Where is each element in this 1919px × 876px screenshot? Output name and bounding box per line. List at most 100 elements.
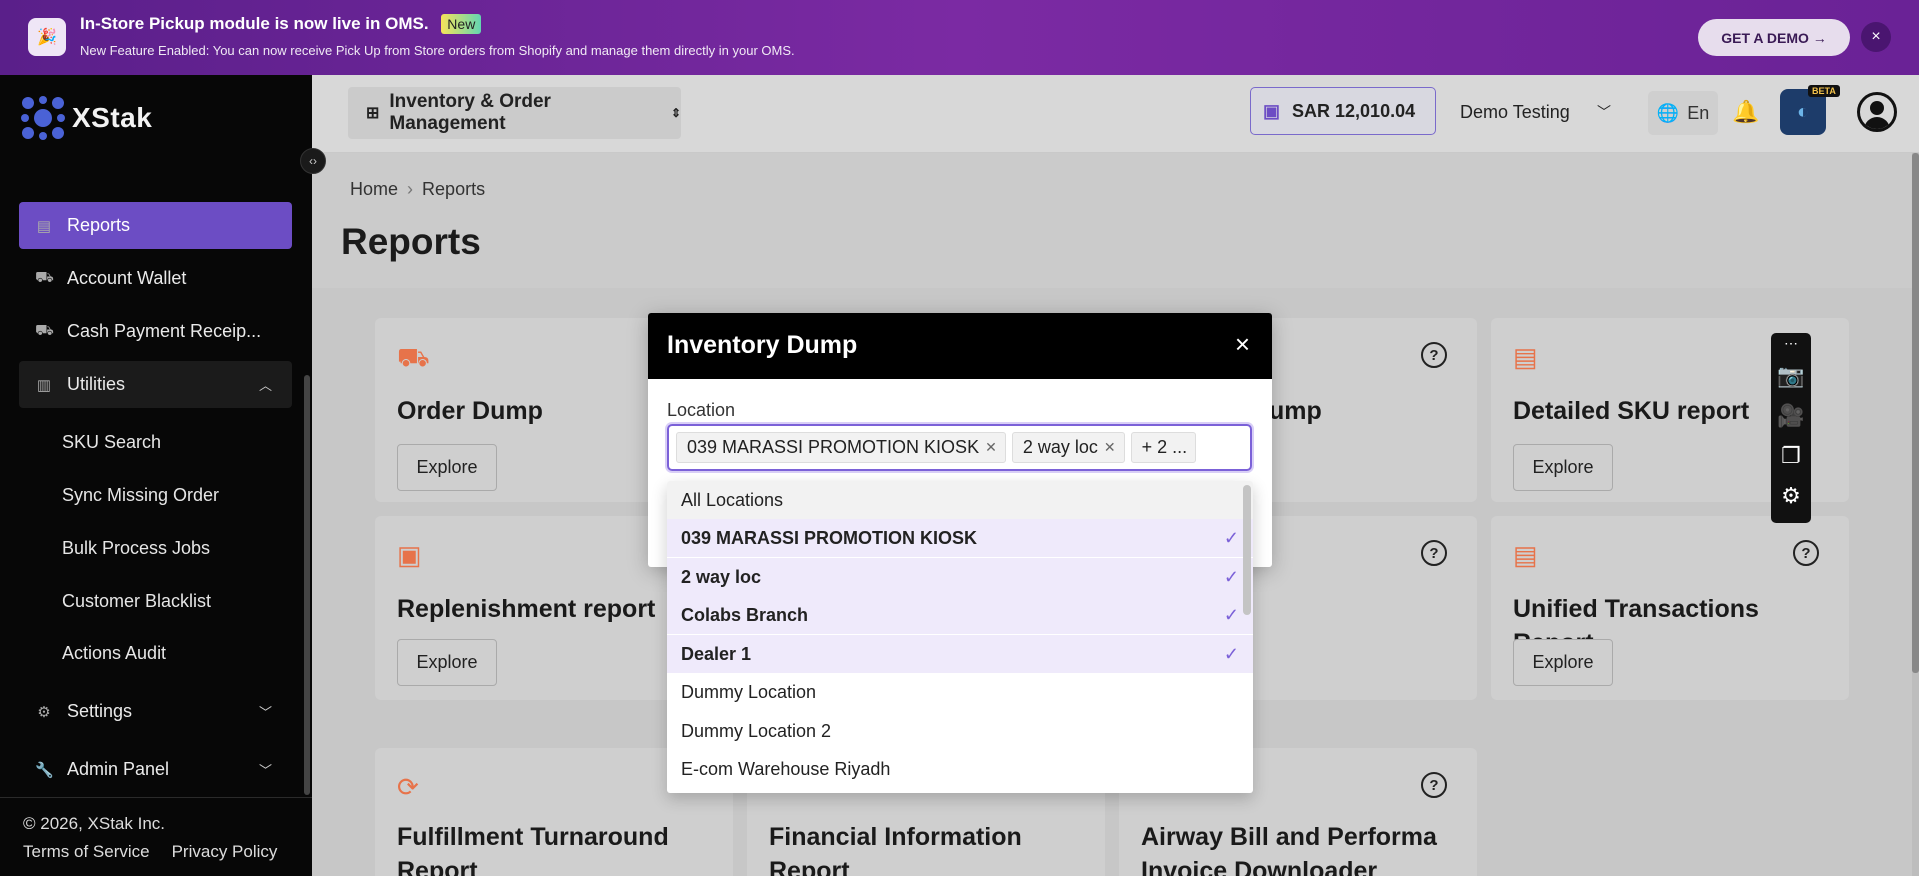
breadcrumb-current: Reports xyxy=(422,179,486,199)
close-icon[interactable]: × xyxy=(1235,331,1250,357)
content-scrollbar-thumb[interactable] xyxy=(1912,153,1919,673)
check-icon: ✓ xyxy=(1223,643,1239,664)
location-chip[interactable]: 2 way loc ✕ xyxy=(1011,432,1125,463)
new-badge: New xyxy=(441,14,482,34)
chevron-down-icon: ﹀ xyxy=(258,705,272,720)
option-label: All Locations xyxy=(681,489,784,510)
dropdown-option[interactable]: E-com Warehouse Riyadh xyxy=(667,750,1253,788)
windows-icon[interactable]: ❐ xyxy=(1771,443,1811,469)
modal-title: Inventory Dump xyxy=(667,331,858,359)
location-label: Location xyxy=(667,400,736,420)
dropdown-option[interactable]: 2 way loc ✓ xyxy=(667,558,1253,596)
location-dropdown: All Locations 039 MARASSI PROMOTION KIOS… xyxy=(667,481,1253,793)
remove-chip-icon[interactable]: ✕ xyxy=(1104,439,1116,456)
chevron-up-icon: ︿ xyxy=(258,378,272,393)
brand-logo[interactable]: XStak xyxy=(20,95,152,141)
explore-button[interactable]: Explore xyxy=(1513,639,1613,686)
option-label: 2 way loc xyxy=(681,566,762,587)
wallet-amount: SAR 12,010.04 xyxy=(1292,100,1416,121)
help-icon[interactable]: ? xyxy=(1793,540,1819,566)
globe-icon: 🌐 xyxy=(1656,102,1680,123)
card-title: Airway Bill and Performa Invoice Downloa… xyxy=(1141,823,1437,876)
dropdown-option[interactable]: 039 MARASSI PROMOTION KIOSK ✓ xyxy=(667,519,1253,557)
app-switcher[interactable]: ⊞ Inventory & Order Management ⇕ xyxy=(348,87,681,139)
check-icon: ✓ xyxy=(1223,527,1239,548)
chevron-down-icon: ﹀ xyxy=(258,763,272,778)
sidebar-subitem-actions-audit[interactable]: Actions Audit xyxy=(62,643,166,664)
location-chip[interactable]: 039 MARASSI PROMOTION KIOSK ✕ xyxy=(676,432,1006,463)
more-icon[interactable]: ⋯ xyxy=(1771,335,1811,352)
breadcrumb-home[interactable]: Home xyxy=(350,179,398,199)
sort-icon: ⇕ xyxy=(670,106,681,120)
help-icon[interactable]: ? xyxy=(1421,772,1447,798)
bell-icon[interactable]: 🔔 xyxy=(1732,99,1759,125)
help-icon[interactable]: ? xyxy=(1421,540,1447,566)
dropdown-option[interactable]: All Locations xyxy=(667,481,1253,519)
box-icon: ▣ xyxy=(397,540,422,570)
refresh-icon: ⟳ xyxy=(397,772,419,802)
video-icon[interactable]: 🎥 xyxy=(1771,403,1811,429)
sidebar-subitem-customer-blacklist[interactable]: Customer Blacklist xyxy=(62,591,211,612)
sidebar-item-settings[interactable]: ⚙ Settings ﹀ xyxy=(19,688,292,735)
sidebar-footer: © 2026, XStak Inc. Terms of Service Priv… xyxy=(0,797,312,862)
location-multiselect[interactable]: 039 MARASSI PROMOTION KIOSK ✕ 2 way loc … xyxy=(667,424,1252,471)
explore-button[interactable]: Explore xyxy=(397,444,497,491)
modal-header: Inventory Dump × xyxy=(648,313,1272,379)
sidebar-item-admin-panel[interactable]: 🔧 Admin Panel ﹀ xyxy=(19,746,292,793)
explore-button[interactable]: Explore xyxy=(1513,444,1613,491)
gear-icon: ⚙ xyxy=(37,703,51,721)
promo-subtitle: New Feature Enabled: You can now receive… xyxy=(80,43,795,58)
sidebar-item-label: Admin Panel xyxy=(67,759,170,779)
sidebar-item-label: Reports xyxy=(67,215,131,235)
dropdown-option[interactable]: Dealer 1 ✓ xyxy=(667,635,1253,673)
sidebar-item-label: Cash Payment Receip... xyxy=(67,321,262,341)
language-selector[interactable]: 🌐 En xyxy=(1648,91,1718,135)
report-icon: ▤ xyxy=(1513,540,1538,570)
help-icon[interactable]: ? xyxy=(1421,342,1447,368)
dropdown-option[interactable]: Dummy Location xyxy=(667,673,1253,711)
sidebar-subitem-sync-missing-order[interactable]: Sync Missing Order xyxy=(62,485,219,506)
sidebar-item-account-wallet[interactable]: ⛟ Account Wallet xyxy=(19,255,292,302)
account-name[interactable]: Demo Testing xyxy=(1460,102,1570,123)
floating-toolbar: ⋯ 📷 🎥 ❐ ⚙ xyxy=(1771,333,1811,523)
dropdown-option[interactable]: Colabs Branch ✓ xyxy=(667,596,1253,634)
get-demo-button[interactable]: GET A DEMO → xyxy=(1698,19,1850,56)
avatar[interactable] xyxy=(1857,92,1897,132)
terms-link[interactable]: Terms of Service xyxy=(23,842,150,862)
gear-icon[interactable]: ⚙ xyxy=(1771,483,1811,509)
more-locations-chip[interactable]: + 2 ... xyxy=(1130,432,1197,463)
check-icon: ✓ xyxy=(1223,566,1239,587)
collapse-sidebar-icon[interactable]: ‹› xyxy=(300,148,326,174)
sidebar-subitem-sku-search[interactable]: SKU Search xyxy=(62,432,161,453)
sidebar-item-cash-payment[interactable]: ⛟ Cash Payment Receip... xyxy=(19,308,292,355)
card-title: Financial Information Report xyxy=(769,823,1022,876)
breadcrumb: Home › Reports xyxy=(350,179,486,199)
copyright: © 2026, XStak Inc. xyxy=(23,814,165,833)
card-title: Fulfillment Turnaround Report xyxy=(397,823,669,876)
wallet-balance[interactable]: ▣ SAR 12,010.04 xyxy=(1250,87,1436,135)
remove-chip-icon[interactable]: ✕ xyxy=(985,439,997,456)
option-label: 039 MARASSI PROMOTION KIOSK xyxy=(681,527,978,548)
chevron-down-icon[interactable]: ﹀ xyxy=(1597,102,1611,122)
chip-label: 039 MARASSI PROMOTION KIOSK xyxy=(687,437,980,457)
sidebar-item-reports[interactable]: ▤ Reports xyxy=(19,202,292,249)
explore-button[interactable]: Explore xyxy=(397,639,497,686)
report-icon: ⛟ xyxy=(397,342,430,372)
close-banner-icon[interactable]: × xyxy=(1861,22,1891,52)
sidebar-item-utilities[interactable]: ▥ Utilities ︿ xyxy=(19,361,292,408)
sidebar-scrollbar[interactable] xyxy=(304,375,310,795)
camera-icon[interactable]: 📷 xyxy=(1771,363,1811,389)
dropdown-scrollbar[interactable] xyxy=(1243,485,1251,615)
document-icon: ▤ xyxy=(36,217,52,235)
sidebar-item-label: Settings xyxy=(67,701,133,721)
sidebar-subitem-bulk-process-jobs[interactable]: Bulk Process Jobs xyxy=(62,538,210,559)
option-label: Dummy Location 2 xyxy=(681,720,832,741)
grid-icon: ⊞ xyxy=(366,105,380,122)
option-label: E-com Warehouse Riyadh xyxy=(681,758,891,779)
page-title: Reports xyxy=(341,221,481,262)
party-icon: 🎉 xyxy=(28,18,66,56)
dropdown-option[interactable]: Dummy Location 2 xyxy=(667,712,1253,750)
top-header: ⊞ Inventory & Order Management ⇕ ▣ SAR 1… xyxy=(312,75,1919,153)
option-label: Dummy Location xyxy=(681,681,817,702)
privacy-link[interactable]: Privacy Policy xyxy=(172,842,278,862)
